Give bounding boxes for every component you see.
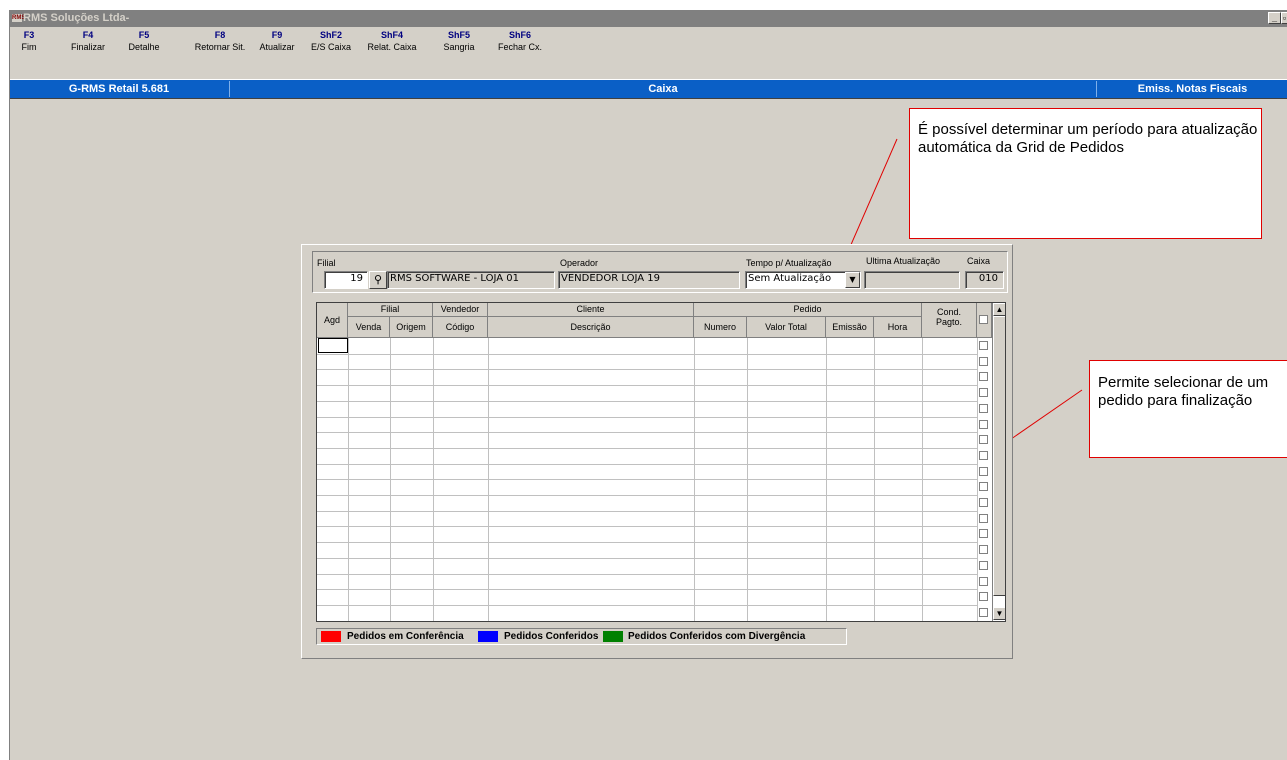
row-select-checkbox[interactable] [979,404,988,413]
col-agd-header[interactable]: Agd [317,303,348,338]
row-select-checkbox[interactable] [979,435,988,444]
grid-row-line [317,432,977,433]
grid-row-line [317,479,977,480]
row-select-checkbox[interactable] [979,514,988,523]
binoculars-search-icon[interactable]: ⚲ [369,271,387,289]
legend-green-swatch [603,631,623,642]
group-filial-header: Filial [348,303,433,317]
ultima-label: Ultima Atualização [866,256,941,266]
col-hora-header[interactable]: Hora [874,317,922,338]
row-select-checkbox[interactable] [979,498,988,507]
grid-row-line [317,621,977,622]
tempo-label: Tempo p/ Atualização [746,258,832,268]
row-select-checkbox[interactable] [979,420,988,429]
grid-row-line [317,385,977,386]
row-select-checkbox[interactable] [979,545,988,554]
grid-row-line [317,589,977,590]
current-cell-cursor[interactable] [318,338,348,353]
row-select-checkbox[interactable] [979,577,988,586]
row-select-checkbox[interactable] [979,529,988,538]
col-cond-pagto-header[interactable]: Cond. Pagto. [922,303,977,338]
col-codigo-header[interactable]: Código [433,317,488,338]
chevron-down-icon[interactable]: ▼ [845,272,860,288]
grid-row-line [317,448,977,449]
grid-row-line [317,574,977,575]
filial-name-field: RMS SOFTWARE - LOJA 01 [387,271,555,289]
cond-label: Cond. [936,307,962,317]
col-valor-total-header[interactable]: Valor Total [747,317,826,338]
grid-row-line [317,369,977,370]
row-select-checkbox[interactable] [979,388,988,397]
group-vendedor-header: Vendedor [433,303,488,317]
scroll-up-arrow-icon[interactable]: ▲ [993,303,1005,316]
pagto-label: Pagto. [935,317,963,327]
operador-label: Operador [560,258,599,268]
filial-label: Filial [317,258,336,268]
grid-row-line [317,417,977,418]
select-all-checkbox[interactable] [979,315,988,324]
grid-line [977,338,978,621]
row-select-checkbox[interactable] [979,357,988,366]
col-venda-header[interactable]: Venda [348,317,390,338]
pedidos-grid[interactable]: Agd Filial Vendedor Cliente Pedido Cond.… [316,302,1006,622]
legend-blue-swatch [478,631,498,642]
legend-label-divergencia: Pedidos Conferidos com Divergência [628,631,806,642]
grid-row-line [317,354,977,355]
grid-row-line [317,605,977,606]
scroll-thumb[interactable] [993,316,1005,596]
select-all-header [977,303,992,338]
col-descricao-header[interactable]: Descrição [488,317,694,338]
row-select-checkbox[interactable] [979,467,988,476]
row-select-checkbox[interactable] [979,608,988,617]
group-pedido-header: Pedido [694,303,922,317]
grid-row-line [317,526,977,527]
col-emissao-header[interactable]: Emissão [826,317,874,338]
legend-label-conferencia: Pedidos em Conferência [347,631,464,642]
row-select-checkbox[interactable] [979,451,988,460]
operador-field: VENDEDOR LOJA 19 [558,271,740,289]
row-select-checkbox[interactable] [979,372,988,381]
grid-row-line [317,495,977,496]
grid-row-line [317,401,977,402]
row-select-checkbox[interactable] [979,341,988,350]
desktop: RMS RMS Soluções Ltda- _ ▫ F3 Fim F4 Fin… [0,0,1287,760]
filial-code-field[interactable]: 19 [324,271,368,289]
grid-row-line [317,542,977,543]
col-numero-header[interactable]: Numero [694,317,747,338]
grid-row-line [317,558,977,559]
filter-panel: Filial 19 ⚲ RMS SOFTWARE - LOJA 01 Opera… [312,251,1008,293]
col-origem-header[interactable]: Origem [390,317,433,338]
status-legend: Pedidos em Conferência Pedidos Conferido… [316,628,847,645]
row-select-checkbox[interactable] [979,482,988,491]
caixa-label: Caixa [967,256,991,266]
grid-row-line [317,511,977,512]
legend-label-conferidos: Pedidos Conferidos [504,631,599,642]
ultima-field [864,271,960,289]
grid-row-line [317,464,977,465]
vertical-scrollbar[interactable]: ▲ ▼ [992,303,1005,621]
tempo-select-value: Sem Atualização [748,273,832,284]
caixa-field: 010 [965,271,1004,289]
tempo-select[interactable]: Sem Atualização ▼ [745,271,861,289]
scroll-down-arrow-icon[interactable]: ▼ [993,607,1005,620]
row-select-checkbox[interactable] [979,592,988,601]
group-cliente-header: Cliente [488,303,694,317]
legend-red-swatch [321,631,341,642]
row-select-checkbox[interactable] [979,561,988,570]
